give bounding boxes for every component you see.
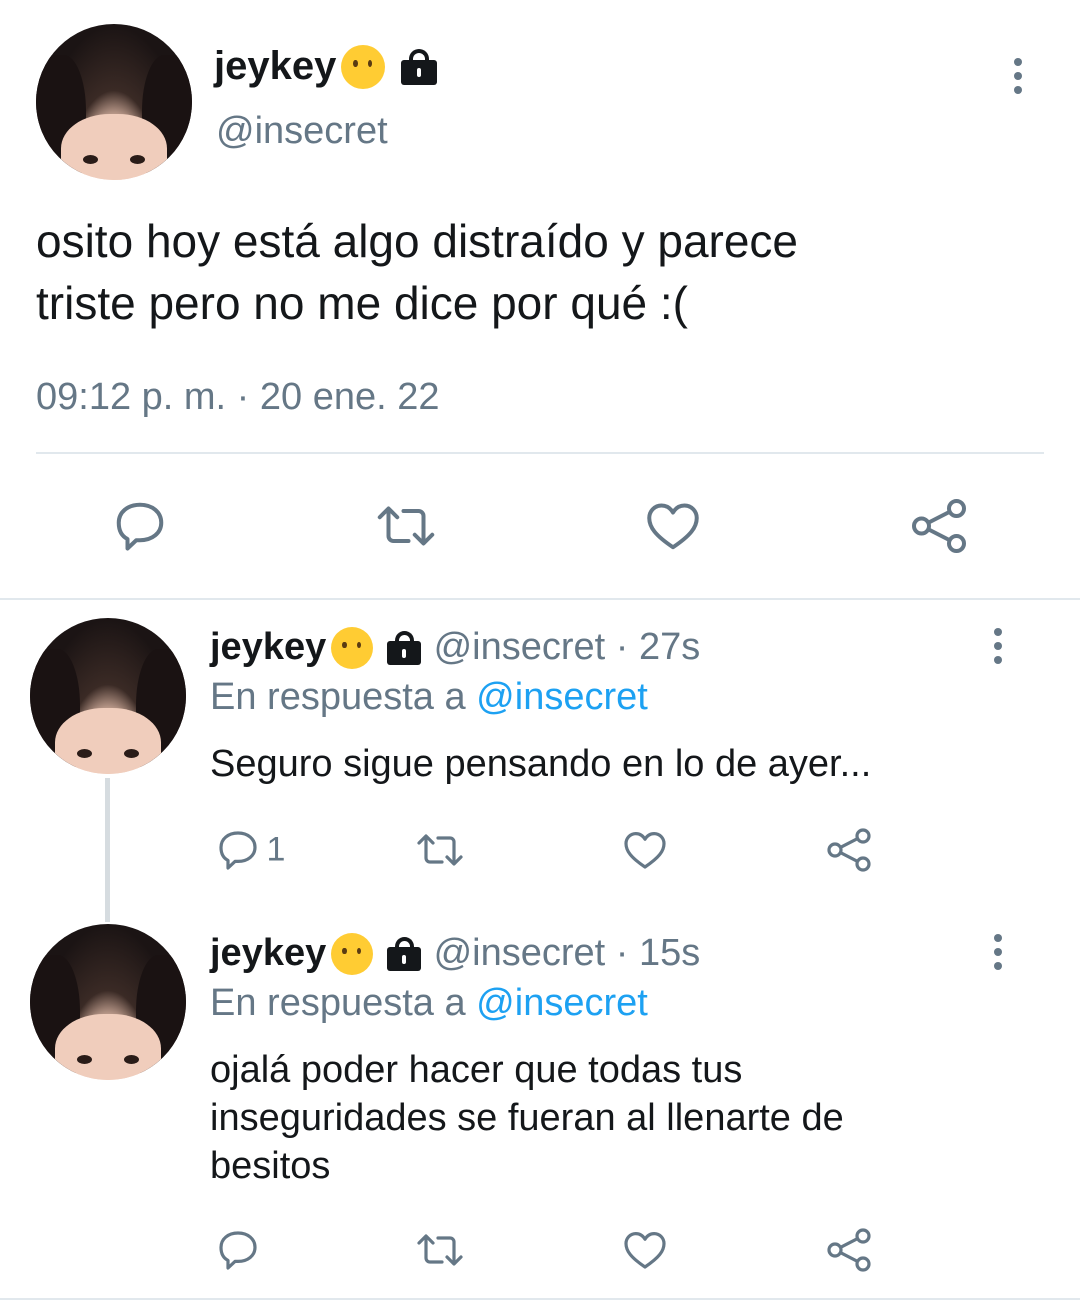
heart-icon [624, 1232, 666, 1269]
like-button[interactable] [642, 496, 704, 556]
avatar[interactable] [30, 924, 186, 1080]
heart-icon [647, 503, 699, 550]
in-reply-to: En respuesta a @insecret [210, 982, 648, 1025]
tweet-text-line: triste pero no me dice por qué :( [36, 277, 688, 329]
reply-text-line: ojalá poder hacer que todas tus [210, 1049, 743, 1091]
retweet-button[interactable] [412, 826, 468, 874]
reply-text-line: inseguridades se fueran al llenarte de [210, 1097, 844, 1139]
heart-icon [624, 832, 666, 869]
in-reply-to: En respuesta a @insecret [210, 676, 648, 719]
reply-icon [219, 1231, 257, 1270]
reply-text: ojalá poder hacer que todas tus inseguri… [210, 1046, 844, 1190]
retweet-button[interactable] [372, 496, 440, 556]
reply-prefix: En respuesta a [210, 982, 466, 1024]
reply-button[interactable] [214, 1226, 262, 1274]
retweet-icon [417, 1234, 463, 1266]
reply-header[interactable]: jeykey @insecret · 15s [210, 932, 700, 980]
retweet-icon [417, 834, 463, 866]
more-options-icon[interactable] [988, 934, 1008, 974]
reply-count: 1 [266, 830, 286, 869]
retweet-button[interactable] [412, 1226, 468, 1274]
handle-and-time: @insecret · 27s [433, 626, 701, 668]
bottom-divider [0, 1298, 1080, 1300]
reply-to-link[interactable]: @insecret [476, 982, 648, 1024]
reply-button[interactable] [110, 496, 170, 556]
like-button[interactable] [620, 826, 670, 874]
handle-and-time: @insecret · 15s [433, 932, 701, 974]
display-name: jeykey [210, 626, 327, 668]
share-button[interactable] [824, 1226, 874, 1274]
shushing-face-emoji-icon [330, 932, 373, 975]
display-name: jeykey [210, 932, 327, 974]
reply-header[interactable]: jeykey @insecret · 27s [210, 626, 700, 674]
reply-to-link[interactable]: @insecret [476, 676, 648, 718]
reply-icon [219, 831, 257, 870]
share-icon [827, 1228, 871, 1272]
section-divider [0, 598, 1080, 600]
shushing-face-emoji-icon [340, 44, 385, 89]
more-options-icon[interactable] [1006, 58, 1030, 98]
more-options-icon[interactable] [988, 628, 1008, 668]
reply-prefix: En respuesta a [210, 676, 466, 718]
lock-icon [401, 48, 438, 85]
handle[interactable]: @insecret [216, 110, 388, 153]
share-button[interactable] [908, 496, 970, 556]
tweet-text: osito hoy está algo distraído y parece t… [36, 210, 1046, 334]
timestamp[interactable]: 09:12 p. m. · 20 ene. 22 [36, 376, 440, 419]
lock-icon [387, 936, 422, 971]
like-button[interactable] [620, 1226, 670, 1274]
divider [36, 452, 1044, 454]
share-button[interactable] [824, 826, 874, 874]
avatar[interactable] [30, 618, 186, 774]
reply-text-line: besitos [210, 1145, 331, 1187]
reply-text: Seguro sigue pensando en lo de ayer... [210, 740, 871, 788]
reply-text-line: Seguro sigue pensando en lo de ayer... [210, 743, 872, 785]
display-name: jeykey [214, 44, 337, 88]
share-icon [827, 828, 871, 872]
reply-button[interactable]: 1 [214, 826, 285, 874]
thread-line [105, 778, 110, 922]
avatar[interactable] [36, 24, 192, 180]
retweet-icon [377, 506, 435, 546]
share-icon [912, 499, 966, 553]
lock-icon [387, 630, 422, 665]
shushing-face-emoji-icon [330, 626, 373, 669]
tweet-text-line: osito hoy está algo distraído y parece [36, 215, 799, 267]
reply-icon [116, 502, 164, 551]
author-header[interactable]: jeykey [214, 44, 438, 96]
